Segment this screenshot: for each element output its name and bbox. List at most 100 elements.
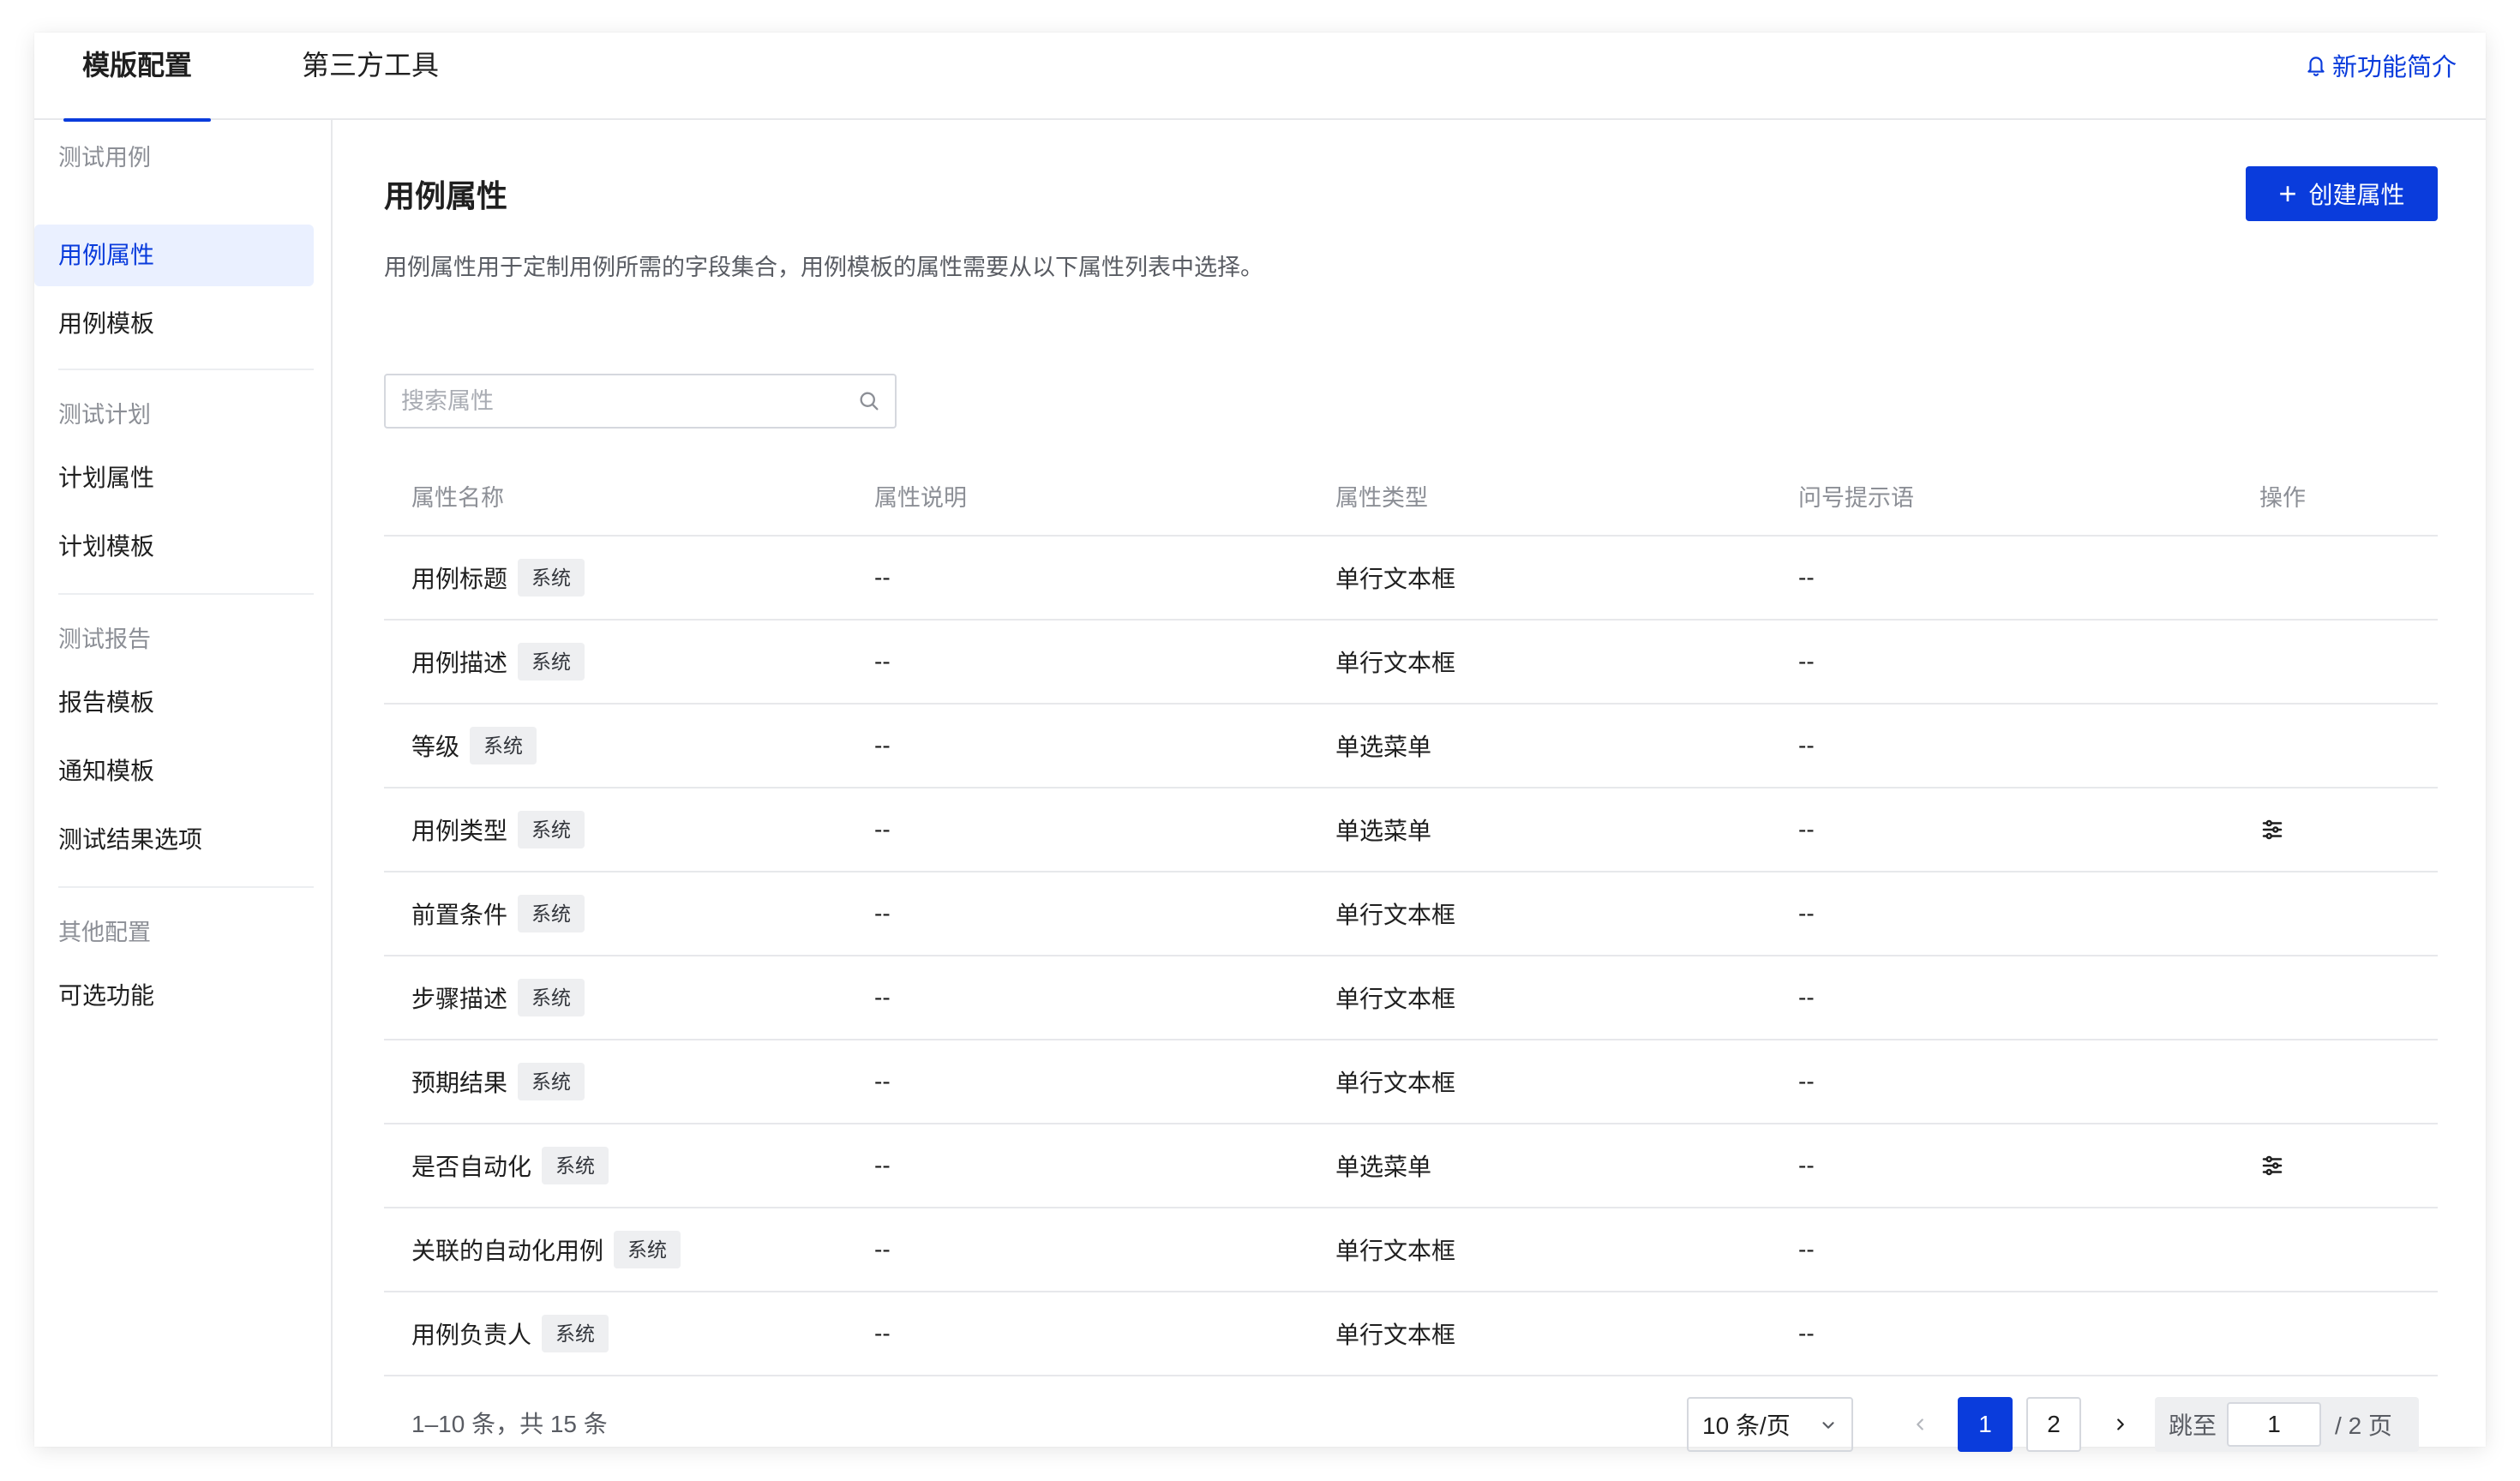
table-row: 用例标题 系统 -- 单行文本框 --: [384, 537, 2438, 621]
sidebar-item-label: 计划模板: [58, 533, 155, 560]
top-nav: 模版配置 第三方工具 新功能简介: [34, 33, 2486, 122]
cell-type: 单行文本框: [1335, 1322, 1456, 1348]
sidebar-item-label: 用例模板: [58, 310, 155, 337]
cell-type: 单行文本框: [1335, 566, 1456, 592]
page-description: 用例属性用于定制用例所需的字段集合，用例模板的属性需要从以下属性列表中选择。: [384, 255, 1263, 280]
cell-description: --: [874, 564, 891, 591]
cell-type: 单选菜单: [1335, 734, 1432, 760]
create-attribute-label: 创建属性: [2308, 182, 2405, 208]
sidebar: 测试用例 用例属性 用例模板 测试计划 计划属性 计划模板 测试报告 报告模板 …: [34, 120, 333, 1447]
sidebar-item-plan-attributes[interactable]: 计划属性: [34, 447, 314, 509]
tab-label: 第三方工具: [302, 50, 440, 81]
create-attribute-button[interactable]: + 创建属性: [2246, 166, 2438, 221]
table-row: 用例描述 系统 -- 单行文本框 --: [384, 621, 2438, 705]
system-badge: 系统: [518, 979, 585, 1016]
cell-name: 用例描述 系统: [411, 621, 585, 703]
cell-description: --: [874, 1320, 891, 1346]
sidebar-group-title: 测试用例: [58, 145, 151, 171]
new-features-link[interactable]: 新功能简介: [2305, 33, 2457, 98]
system-badge: 系统: [614, 1231, 681, 1268]
page-size-value: 10 条/页: [1702, 1412, 1791, 1439]
column-header-name: 属性名称: [411, 485, 504, 511]
prev-page-button[interactable]: [1893, 1397, 1947, 1452]
sidebar-group-title: 其他配置: [58, 920, 151, 945]
sidebar-item-plan-templates[interactable]: 计划模板: [34, 516, 314, 578]
cell-description: --: [874, 900, 891, 926]
table-row: 预期结果 系统 -- 单行文本框 --: [384, 1040, 2438, 1124]
pagination-bar: 1–10 条，共 15 条 10 条/页 1 2 跳至 / 2 页: [384, 1397, 2438, 1452]
cell-tooltip: --: [1798, 1068, 1815, 1094]
cell-tooltip: --: [1798, 984, 1815, 1010]
system-badge: 系统: [470, 727, 537, 764]
tab-template-config[interactable]: 模版配置: [63, 33, 212, 122]
cell-type: 单选菜单: [1335, 1154, 1432, 1180]
cell-tooltip: --: [1798, 816, 1815, 842]
sidebar-group-title: 测试报告: [58, 627, 151, 652]
cell-type: 单行文本框: [1335, 1070, 1456, 1096]
cell-name: 关联的自动化用例 系统: [411, 1208, 681, 1291]
page-size-select[interactable]: 10 条/页: [1687, 1397, 1853, 1452]
system-badge: 系统: [518, 643, 585, 681]
bell-icon: [2307, 57, 2325, 76]
table-body: 用例标题系统 -- 单行文本框 -- 用例描述 系统 -- 单行文本框 -- 等级 系统 -- 单选菜单…: [384, 537, 2438, 1376]
table-row: 前置条件 系统 -- 单行文本框 --: [384, 872, 2438, 956]
cell-name: 步骤描述 系统: [411, 956, 585, 1039]
total-pages-label: / 2 页: [2335, 1412, 2392, 1439]
cell-actions: [2259, 788, 2285, 871]
cell-name: 用例类型 系统: [411, 788, 585, 871]
sidebar-item-report-templates[interactable]: 报告模板: [34, 672, 314, 734]
jump-label: 跳至: [2169, 1412, 2217, 1439]
sliders-icon[interactable]: [2259, 817, 2285, 842]
cell-type: 单选菜单: [1335, 818, 1432, 844]
main-content: 用例属性 + 创建属性 用例属性用于定制用例所需的字段集合，用例模板的属性需要从…: [333, 120, 2486, 1452]
jump-page-input[interactable]: [2227, 1402, 2322, 1447]
sidebar-item-case-attributes[interactable]: 用例属性: [34, 225, 314, 286]
plus-icon: +: [2278, 176, 2297, 211]
attribute-name: 用例类型: [411, 818, 508, 844]
sliders-icon[interactable]: [2259, 1153, 2285, 1178]
sidebar-item-notification-templates[interactable]: 通知模板: [34, 740, 314, 802]
sidebar-item-case-templates[interactable]: 用例模板: [34, 293, 314, 355]
sidebar-item-label: 可选功能: [58, 982, 155, 1009]
page-button-2[interactable]: 2: [2026, 1397, 2081, 1452]
system-badge: 系统: [518, 895, 585, 932]
chevron-down-icon: [1822, 1422, 1834, 1429]
cell-name: 预期结果 系统: [411, 1040, 585, 1123]
search-icon[interactable]: [857, 389, 881, 413]
page-jump: 跳至 / 2 页: [2155, 1397, 2419, 1452]
cell-description: --: [874, 648, 891, 675]
cell-tooltip: --: [1798, 564, 1815, 591]
cell-description: --: [874, 1152, 891, 1178]
tab-third-party-tools[interactable]: 第三方工具: [283, 33, 458, 120]
search-input[interactable]: [401, 375, 847, 427]
cell-type: 单行文本框: [1335, 986, 1456, 1012]
system-badge: 系统: [542, 1315, 609, 1352]
cell-description: --: [874, 1236, 891, 1262]
cell-actions: [2259, 1124, 2285, 1207]
cell-type: 单行文本框: [1335, 902, 1456, 928]
sidebar-item-label: 通知模板: [58, 758, 155, 784]
next-page-button[interactable]: [2093, 1397, 2148, 1452]
attribute-name: 用例标题: [411, 566, 508, 592]
cell-tooltip: --: [1798, 732, 1815, 758]
attribute-name: 用例负责人: [411, 1322, 532, 1348]
cell-name: 是否自动化 系统: [411, 1124, 609, 1207]
cell-tooltip: --: [1798, 900, 1815, 926]
cell-tooltip: --: [1798, 648, 1815, 675]
cell-description: --: [874, 984, 891, 1010]
search-box: [384, 374, 897, 429]
tab-label: 模版配置: [82, 50, 193, 81]
cell-description: --: [874, 732, 891, 758]
cell-tooltip: --: [1798, 1236, 1815, 1262]
system-badge: 系统: [542, 1147, 609, 1184]
cell-name: 前置条件 系统: [411, 872, 585, 955]
page-button-1[interactable]: 1: [1958, 1397, 2013, 1452]
column-header-description: 属性说明: [874, 485, 967, 511]
cell-name: 等级 系统: [411, 705, 537, 787]
cell-description: --: [874, 816, 891, 842]
app-window: 模版配置 第三方工具 新功能简介 测试用例 用例属性 用例模板 测试计划 计划属…: [34, 33, 2486, 1452]
cell-type: 单行文本框: [1335, 650, 1456, 676]
sidebar-item-optional-features[interactable]: 可选功能: [34, 965, 314, 1027]
sidebar-item-test-result-options[interactable]: 测试结果选项: [34, 809, 314, 871]
sidebar-divider: [58, 369, 314, 370]
